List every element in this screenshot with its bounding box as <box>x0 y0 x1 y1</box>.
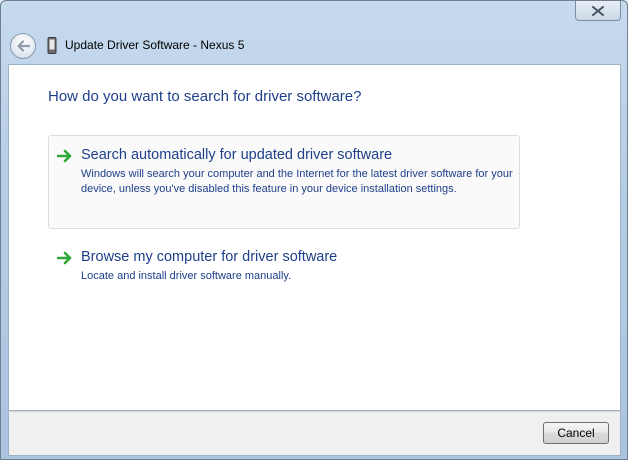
page-title: How do you want to search for driver sof… <box>48 88 362 105</box>
green-arrow-icon <box>57 149 72 163</box>
button-bar: Cancel <box>8 411 621 456</box>
window-title: Update Driver Software - Nexus 5 <box>65 38 245 52</box>
phone-device-icon <box>47 37 57 54</box>
close-icon <box>592 5 604 16</box>
cancel-button[interactable]: Cancel <box>543 422 609 444</box>
title-bar: Update Driver Software - Nexus 5 <box>1 27 627 65</box>
option-description: Locate and install driver software manua… <box>81 270 292 282</box>
content-panel: How do you want to search for driver sof… <box>8 64 621 411</box>
back-button[interactable] <box>10 33 36 59</box>
back-arrow-icon <box>17 40 30 52</box>
search-automatically-option[interactable]: Search automatically for updated driver … <box>48 135 520 229</box>
green-arrow-icon <box>57 251 72 265</box>
close-button[interactable] <box>575 1 621 21</box>
browse-computer-option[interactable]: Browse my computer for driver software L… <box>48 237 520 293</box>
update-driver-dialog: Update Driver Software - Nexus 5 How do … <box>0 0 628 460</box>
option-title: Search automatically for updated driver … <box>81 147 393 163</box>
option-description: Windows will search your computer and th… <box>81 168 513 195</box>
option-title: Browse my computer for driver software <box>81 249 338 265</box>
